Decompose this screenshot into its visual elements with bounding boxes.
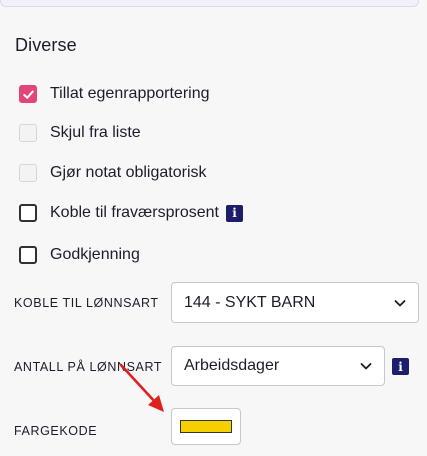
lonnsart-value: 144 - SYKT BARN [184, 293, 316, 311]
annotation-arrow [119, 363, 164, 412]
checkbox-skjul-fra-liste [19, 124, 37, 142]
checkbox-label: Gjør notat obligatorisk [50, 164, 207, 181]
antall-select[interactable]: Arbeidsdager [171, 346, 385, 386]
chevron-down-icon [394, 299, 406, 306]
checkbox-label: Tillat egenrapportering [50, 85, 210, 102]
checkbox-notat-obligatorisk [19, 164, 37, 182]
checkbox-egenrapportering[interactable] [19, 85, 37, 103]
checkbox-row-egenrapportering[interactable]: Tillat egenrapportering [19, 83, 210, 105]
checkbox-label: Koble til fraværsprosent [50, 204, 219, 221]
fargekode-swatch[interactable] [180, 420, 232, 433]
checkbox-row-fravarsprosent[interactable]: Koble til fraværsprosent i [19, 202, 243, 224]
previous-panel-edge [0, 0, 419, 7]
checkbox-row-notat: Gjør notat obligatorisk [19, 162, 207, 184]
lonnsart-label: KOBLE TIL LØNNSART [14, 296, 159, 310]
fargekode-label: FARGEKODE [14, 424, 98, 438]
checkbox-row-skjul: Skjul fra liste [19, 122, 141, 144]
section-title: Diverse [15, 35, 77, 55]
checkbox-row-godkjenning[interactable]: Godkjenning [19, 244, 140, 266]
info-icon[interactable]: i [225, 204, 243, 222]
checkbox-godkjenning[interactable] [19, 246, 37, 264]
checkbox-fravarsprosent[interactable] [19, 204, 37, 222]
lonnsart-select[interactable]: 144 - SYKT BARN [171, 282, 419, 323]
checkbox-label: Skjul fra liste [50, 124, 141, 141]
fargekode-picker[interactable] [171, 408, 241, 445]
checkmark-icon [22, 90, 34, 99]
antall-value: Arbeidsdager [184, 357, 280, 374]
chevron-down-icon [360, 363, 372, 370]
checkbox-label: Godkjenning [50, 246, 140, 263]
info-icon[interactable]: i [392, 358, 409, 375]
